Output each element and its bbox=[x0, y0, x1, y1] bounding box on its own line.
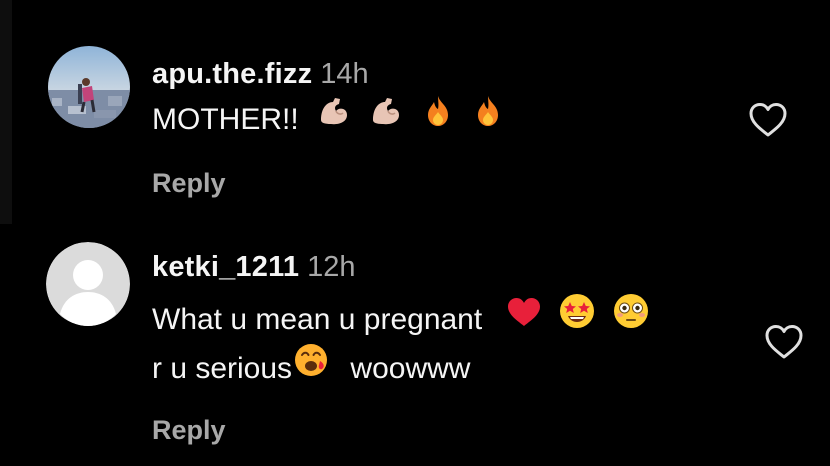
flexed-biceps-icon bbox=[369, 94, 403, 142]
avatar[interactable] bbox=[46, 242, 130, 326]
flexed-biceps-icon bbox=[317, 94, 351, 142]
star-struck-icon bbox=[559, 293, 595, 343]
reply-button[interactable]: Reply bbox=[152, 168, 226, 199]
comment-item: ketki_1211 12h What u mean u pregnant r … bbox=[0, 224, 830, 466]
comment-text: What u mean u pregnant r u serious wooww… bbox=[152, 293, 649, 394]
reply-button[interactable]: Reply bbox=[152, 415, 226, 446]
comment-line-2: r u serious woowww bbox=[152, 343, 649, 394]
comment-text: MOTHER!! bbox=[152, 94, 504, 145]
username[interactable]: ketki_1211 bbox=[152, 251, 299, 283]
comment-body: MOTHER!! bbox=[152, 103, 299, 136]
comment-header: ketki_1211 12h bbox=[152, 251, 356, 284]
fire-icon bbox=[422, 94, 454, 142]
comment-header: apu.the.fizz 14h bbox=[152, 58, 369, 91]
fire-icon bbox=[472, 94, 504, 142]
username[interactable]: apu.the.fizz bbox=[152, 58, 312, 90]
comment-line-1: What u mean u pregnant bbox=[152, 293, 649, 346]
comment-body-line-2: r u serious bbox=[152, 352, 293, 385]
face-with-tears-icon bbox=[294, 343, 328, 391]
timestamp: 14h bbox=[320, 58, 369, 90]
red-heart-icon bbox=[507, 295, 541, 341]
flushed-face-icon bbox=[613, 293, 649, 343]
timestamp: 12h bbox=[307, 251, 356, 283]
comment-item: apu.the.fizz 14h MOTHER!! Reply bbox=[0, 0, 830, 224]
like-heart-icon[interactable] bbox=[748, 102, 788, 138]
comment-body-line-1: What u mean u pregnant bbox=[152, 302, 483, 336]
like-heart-icon[interactable] bbox=[764, 324, 804, 360]
avatar[interactable] bbox=[48, 46, 130, 128]
comment-body-line-2-end: woowww bbox=[350, 352, 471, 385]
